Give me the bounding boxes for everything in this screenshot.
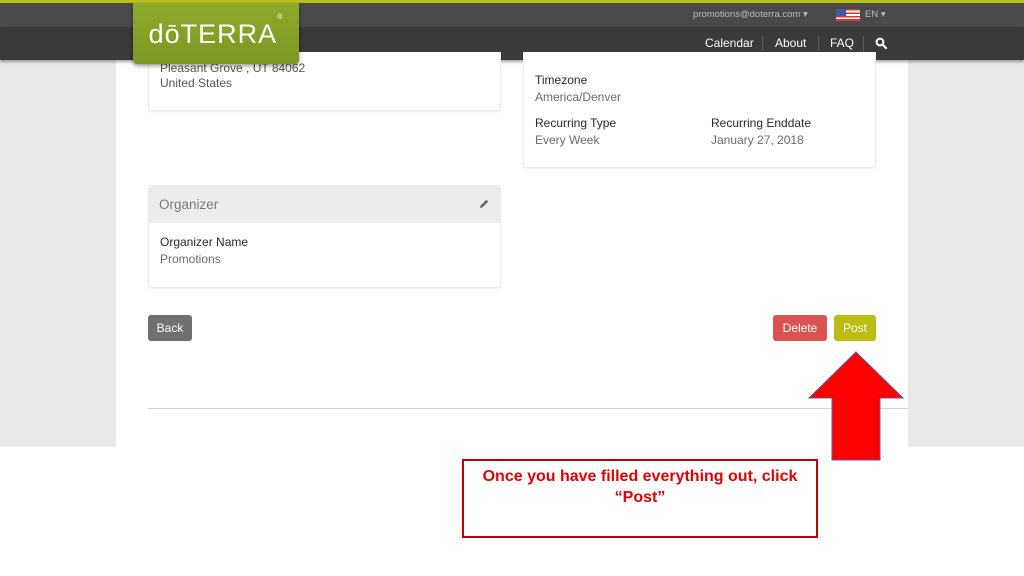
up-arrow-icon xyxy=(808,351,904,461)
nav-divider xyxy=(818,36,819,51)
pencil-icon[interactable] xyxy=(478,198,490,210)
nav-faq[interactable]: FAQ xyxy=(830,36,854,50)
recurring-enddate-label: Recurring Enddate xyxy=(711,116,812,130)
user-account-menu[interactable]: promotions@doterra.com ▾ xyxy=(693,9,808,20)
recurring-type-label: Recurring Type xyxy=(535,116,617,130)
search-icon[interactable] xyxy=(875,37,887,49)
nav-divider xyxy=(863,36,864,51)
delete-button[interactable]: Delete xyxy=(773,315,827,341)
timezone-label: Timezone xyxy=(535,73,588,87)
nav-divider xyxy=(762,36,763,51)
post-button[interactable]: Post xyxy=(834,315,876,341)
instruction-callout: Once you have filled everything out, cli… xyxy=(462,459,818,538)
recurring-type-value: Every Week xyxy=(535,133,600,147)
section-divider xyxy=(148,408,908,409)
organizer-card-title: Organizer xyxy=(159,197,219,212)
recurring-enddate-value: January 27, 2018 xyxy=(711,133,804,147)
doterra-logo[interactable]: dōTERRA® xyxy=(133,3,299,64)
logo-text: dōTERRA xyxy=(148,19,278,49)
nav-about[interactable]: About xyxy=(775,36,806,50)
logo-registered-mark: ® xyxy=(277,14,284,21)
timezone-value: America/Denver xyxy=(535,90,622,104)
us-flag-icon[interactable] xyxy=(836,9,860,21)
address-country: United States xyxy=(160,76,233,90)
instruction-text-line1: Once you have filled everything out, cli… xyxy=(482,468,798,485)
organizer-name-value: Promotions xyxy=(160,252,221,266)
schedule-card: Timezone America/Denver Recurring Type E… xyxy=(523,52,876,168)
language-selector[interactable]: EN ▾ xyxy=(865,9,886,20)
organizer-card-header: Organizer xyxy=(149,186,500,223)
organizer-name-label: Organizer Name xyxy=(160,235,249,249)
nav-calendar[interactable]: Calendar xyxy=(705,36,754,50)
instruction-text-line2: “Post” xyxy=(614,489,666,506)
organizer-card: Organizer Organizer Name Promotions xyxy=(148,185,501,288)
back-button[interactable]: Back xyxy=(148,315,192,341)
